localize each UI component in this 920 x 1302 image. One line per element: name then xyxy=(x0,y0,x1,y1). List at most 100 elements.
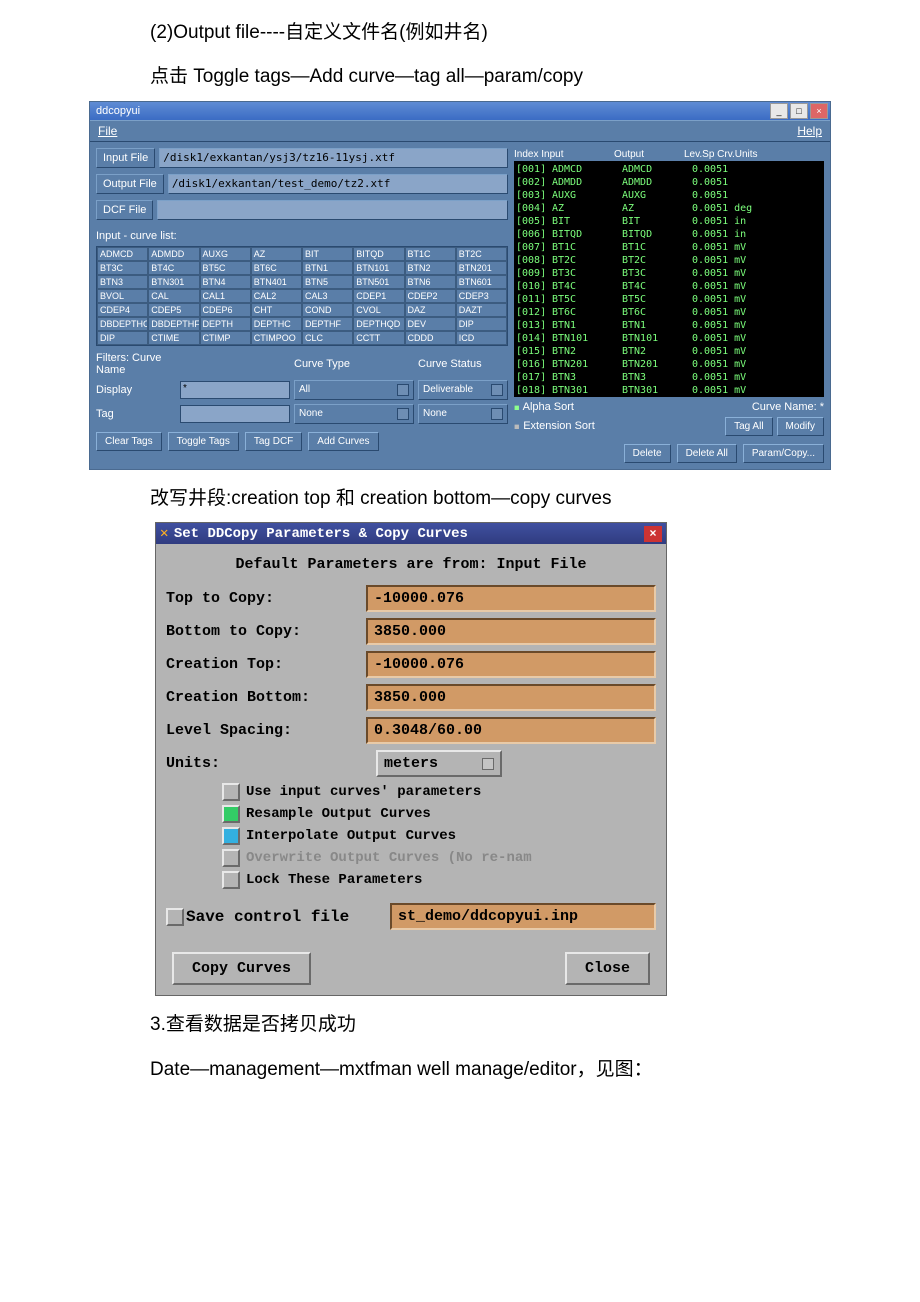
curve-cell[interactable]: CAL2 xyxy=(251,289,302,303)
curve-output-list[interactable]: [001]ADMCDADMCD0.0051[002]ADMDDADMDD0.00… xyxy=(514,161,824,397)
dcf-file-field[interactable] xyxy=(157,200,508,220)
curve-cell[interactable]: DBDEPTHC xyxy=(97,317,148,331)
curve-cell[interactable]: DEV xyxy=(405,317,456,331)
curve-cell[interactable]: CDEP5 xyxy=(148,303,199,317)
copy-curves-button[interactable]: Copy Curves xyxy=(172,952,311,985)
curve-cell[interactable]: CDEP4 xyxy=(97,303,148,317)
output-row[interactable]: [002]ADMDDADMDD0.0051 xyxy=(516,176,822,189)
output-row[interactable]: [014]BTN101BTN1010.0051 mV xyxy=(516,332,822,345)
curve-cell[interactable]: CDEP2 xyxy=(405,289,456,303)
curve-cell[interactable]: BTN301 xyxy=(148,275,199,289)
delete-button[interactable]: Delete xyxy=(624,444,671,463)
curve-cell[interactable]: BT1C xyxy=(405,247,456,261)
modify-button[interactable]: Modify xyxy=(777,417,824,436)
curve-cell[interactable]: AUXG xyxy=(200,247,251,261)
display-input[interactable]: * xyxy=(180,381,290,399)
close-icon[interactable]: × xyxy=(644,526,662,542)
output-row[interactable]: [016]BTN201BTN2010.0051 mV xyxy=(516,358,822,371)
curve-cell[interactable]: DEPTHQD xyxy=(353,317,404,331)
output-row[interactable]: [007]BT1CBT1C0.0051 mV xyxy=(516,241,822,254)
maximize-icon[interactable]: □ xyxy=(790,103,808,119)
menu-help[interactable]: Help xyxy=(797,124,822,138)
output-row[interactable]: [008]BT2CBT2C0.0051 mV xyxy=(516,254,822,267)
curve-cell[interactable]: ADMDD xyxy=(148,247,199,261)
curve-cell[interactable]: CLC xyxy=(302,331,353,345)
curve-cell[interactable]: AZ xyxy=(251,247,302,261)
curve-cell[interactable]: CHT xyxy=(251,303,302,317)
curve-cell[interactable]: DIP xyxy=(97,331,148,345)
curve-cell[interactable]: BTN401 xyxy=(251,275,302,289)
curve-cell[interactable]: CDEP1 xyxy=(353,289,404,303)
curve-cell[interactable]: DEPTHC xyxy=(251,317,302,331)
curve-cell[interactable]: COND xyxy=(302,303,353,317)
bottom-to-copy-field[interactable]: 3850.000 xyxy=(366,618,656,645)
curve-cell[interactable]: BTN3 xyxy=(97,275,148,289)
checkbox-lock[interactable] xyxy=(222,871,240,889)
curve-cell[interactable]: BTN501 xyxy=(353,275,404,289)
close-icon[interactable]: × xyxy=(810,103,828,119)
curve-cell[interactable]: CVOL xyxy=(353,303,404,317)
curve-cell[interactable]: CDDD xyxy=(405,331,456,345)
save-control-field[interactable]: st_demo/ddcopyui.inp xyxy=(390,903,656,930)
curve-cell[interactable]: DAZT xyxy=(456,303,507,317)
curve-cell[interactable]: BTN2 xyxy=(405,261,456,275)
checkbox-interpolate[interactable] xyxy=(222,827,240,845)
curve-cell[interactable]: CDEP3 xyxy=(456,289,507,303)
tag-dcf-button[interactable]: Tag DCF xyxy=(245,432,302,451)
curve-cell[interactable]: DEPTHF xyxy=(302,317,353,331)
units-select[interactable]: meters xyxy=(376,750,502,777)
checkbox-use-input[interactable] xyxy=(222,783,240,801)
output-row[interactable]: [015]BTN2BTN20.0051 mV xyxy=(516,345,822,358)
creation-bottom-field[interactable]: 3850.000 xyxy=(366,684,656,711)
curve-cell[interactable]: BTN101 xyxy=(353,261,404,275)
curve-cell[interactable]: BTN6 xyxy=(405,275,456,289)
curve-cell[interactable]: BTN1 xyxy=(302,261,353,275)
output-row[interactable]: [001]ADMCDADMCD0.0051 xyxy=(516,163,822,176)
curve-cell[interactable]: CTIME xyxy=(148,331,199,345)
curve-status-select[interactable]: Deliverable xyxy=(418,380,508,400)
top-to-copy-field[interactable]: -10000.076 xyxy=(366,585,656,612)
checkbox-save-control[interactable] xyxy=(166,908,184,926)
param-copy-button[interactable]: Param/Copy... xyxy=(743,444,824,463)
minimize-icon[interactable]: _ xyxy=(770,103,788,119)
curve-cell[interactable]: BITQD xyxy=(353,247,404,261)
curve-cell[interactable]: CTIMP xyxy=(200,331,251,345)
curve-grid[interactable]: ADMCDADMDDAUXGAZBITBITQDBT1CBT2CBT3CBT4C… xyxy=(96,246,508,346)
level-spacing-field[interactable]: 0.3048/60.00 xyxy=(366,717,656,744)
curve-cell[interactable]: CCTT xyxy=(353,331,404,345)
tag-input[interactable] xyxy=(180,405,290,423)
extension-sort[interactable]: Extension Sort xyxy=(523,420,595,432)
curve-cell[interactable]: BIT xyxy=(302,247,353,261)
output-row[interactable]: [013]BTN1BTN10.0051 mV xyxy=(516,319,822,332)
checkbox-overwrite[interactable] xyxy=(222,849,240,867)
curve-cell[interactable]: CAL xyxy=(148,289,199,303)
clear-tags-button[interactable]: Clear Tags xyxy=(96,432,162,451)
tag-type-select[interactable]: None xyxy=(294,404,414,424)
checkbox-resample[interactable] xyxy=(222,805,240,823)
output-row[interactable]: [012]BT6CBT6C0.0051 mV xyxy=(516,306,822,319)
curve-cell[interactable]: ICD xyxy=(456,331,507,345)
output-row[interactable]: [010]BT4CBT4C0.0051 mV xyxy=(516,280,822,293)
curve-cell[interactable]: BVOL xyxy=(97,289,148,303)
curve-cell[interactable]: BTN4 xyxy=(200,275,251,289)
curve-cell[interactable]: DAZ xyxy=(405,303,456,317)
output-file-field[interactable]: /disk1/exkantan/test_demo/tz2.xtf xyxy=(168,174,508,194)
creation-top-field[interactable]: -10000.076 xyxy=(366,651,656,678)
delete-all-button[interactable]: Delete All xyxy=(677,444,737,463)
close-button[interactable]: Close xyxy=(565,952,650,985)
curve-cell[interactable]: BT6C xyxy=(251,261,302,275)
output-row[interactable]: [017]BTN3BTN30.0051 mV xyxy=(516,371,822,384)
curve-cell[interactable]: BT5C xyxy=(200,261,251,275)
toggle-tags-button[interactable]: Toggle Tags xyxy=(168,432,239,451)
curve-cell[interactable]: BTN5 xyxy=(302,275,353,289)
output-row[interactable]: [003]AUXGAUXG0.0051 xyxy=(516,189,822,202)
curve-cell[interactable]: CDEP6 xyxy=(200,303,251,317)
curve-cell[interactable]: DEPTH xyxy=(200,317,251,331)
curve-cell[interactable]: DBDEPTHF xyxy=(148,317,199,331)
curve-cell[interactable]: ADMCD xyxy=(97,247,148,261)
curve-cell[interactable]: BT2C xyxy=(456,247,507,261)
add-curves-button[interactable]: Add Curves xyxy=(308,432,378,451)
output-row[interactable]: [011]BT5CBT5C0.0051 mV xyxy=(516,293,822,306)
output-row[interactable]: [009]BT3CBT3C0.0051 mV xyxy=(516,267,822,280)
tag-all-button[interactable]: Tag All xyxy=(725,417,772,436)
